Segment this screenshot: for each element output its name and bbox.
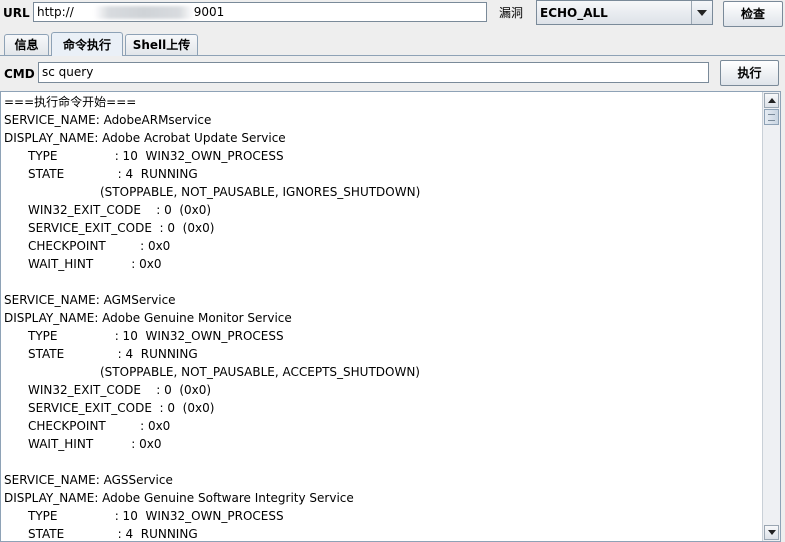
vuln-selected-value: ECHO_ALL (540, 6, 608, 20)
wait-hint-line: WAIT_HINT : 0x0 (28, 257, 162, 271)
cmd-label: CMD (4, 67, 35, 81)
display-name-line: DISPLAY_NAME: Adobe Genuine Monitor Serv… (4, 311, 292, 325)
state-flags-line: (STOPPABLE, NOT_PAUSABLE, IGNORES_SHUTDO… (100, 185, 421, 199)
chevron-down-icon[interactable] (691, 1, 712, 24)
type-line: TYPE : 10 WIN32_OWN_PROCESS (28, 509, 284, 523)
vuln-select[interactable]: ECHO_ALL (536, 0, 713, 25)
execute-button[interactable]: 执行 (720, 60, 779, 86)
state-line: STATE : 4 RUNNING (28, 167, 198, 181)
output-content: ===执行命令开始=== SERVICE_NAME: AdobeARMservi… (4, 93, 760, 541)
win32-exit-code-line: WIN32_EXIT_CODE : 0 (0x0) (28, 383, 212, 397)
type-line: TYPE : 10 WIN32_OWN_PROCESS (28, 149, 284, 163)
scroll-down-arrow-icon[interactable] (764, 525, 779, 540)
service-name-line: SERVICE_NAME: AGMService (4, 293, 176, 307)
output-header: ===执行命令开始=== (4, 95, 137, 109)
service-name-line: SERVICE_NAME: AGSService (4, 473, 173, 487)
url-label: URL (3, 6, 30, 20)
state-flags-line: (STOPPABLE, NOT_PAUSABLE, ACCEPTS_SHUTDO… (100, 365, 420, 379)
display-name-line: DISPLAY_NAME: Adobe Genuine Software Int… (4, 491, 354, 505)
url-input[interactable]: http:// 9001 (33, 2, 487, 22)
check-button[interactable]: 检查 (723, 1, 783, 27)
wait-hint-line: WAIT_HINT : 0x0 (28, 437, 162, 451)
app-window: URL http:// 9001 漏洞 ECHO_ALL 检查 信息 命令执行 S… (0, 0, 785, 542)
state-line: STATE : 4 RUNNING (28, 347, 198, 361)
vuln-label: 漏洞 (499, 6, 524, 20)
service-name-line: SERVICE_NAME: AdobeARMservice (4, 113, 212, 127)
display-name-line: DISPLAY_NAME: Adobe Acrobat Update Servi… (4, 131, 286, 145)
win32-exit-code-line: WIN32_EXIT_CODE : 0 (0x0) (28, 203, 212, 217)
type-line: TYPE : 10 WIN32_OWN_PROCESS (28, 329, 284, 343)
tab-bar: 信息 命令执行 Shell上传 (0, 32, 785, 56)
output-textarea[interactable]: ===执行命令开始=== SERVICE_NAME: AdobeARMservi… (0, 91, 781, 542)
url-suffix: 9001 (193, 5, 225, 19)
url-prefix: http:// (37, 5, 74, 19)
state-line: STATE : 4 RUNNING (28, 527, 198, 541)
checkpoint-line: CHECKPOINT : 0x0 (28, 239, 171, 253)
tab-shell-upload[interactable]: Shell上传 (125, 34, 198, 55)
tab-command-exec[interactable]: 命令执行 (51, 32, 123, 56)
scroll-up-arrow-icon[interactable] (764, 93, 779, 108)
scrollbar-thumb[interactable] (764, 109, 779, 125)
cmd-input[interactable]: sc query (38, 62, 709, 83)
url-redaction (94, 6, 194, 19)
tab-info[interactable]: 信息 (4, 34, 49, 55)
service-exit-code-line: SERVICE_EXIT_CODE : 0 (0x0) (28, 401, 215, 415)
checkpoint-line: CHECKPOINT : 0x0 (28, 419, 171, 433)
vertical-scrollbar[interactable] (762, 92, 780, 541)
service-exit-code-line: SERVICE_EXIT_CODE : 0 (0x0) (28, 221, 215, 235)
